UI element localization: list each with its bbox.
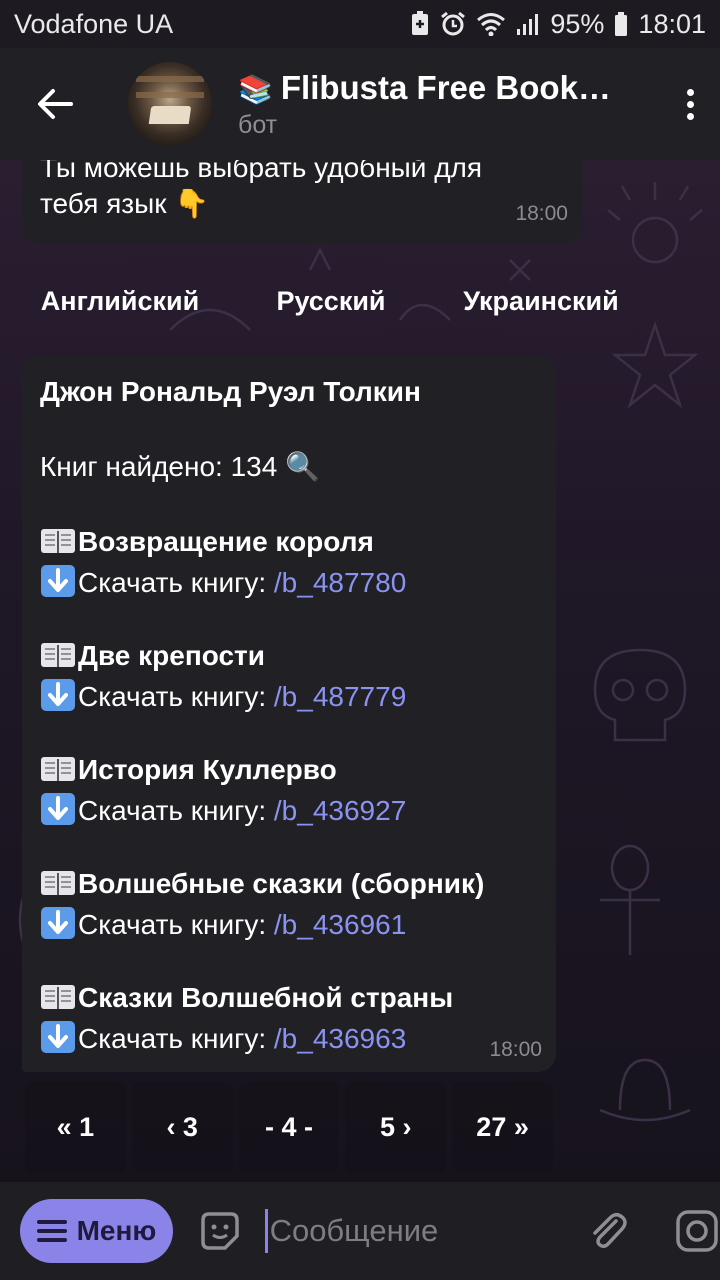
books-emoji: 📚 xyxy=(238,73,273,105)
book-icon xyxy=(40,868,78,899)
battery-percent: 95% xyxy=(550,8,605,39)
book-icon xyxy=(40,640,78,671)
chat-title-text: Flibusta Free Book… xyxy=(280,68,611,106)
back-arrow-icon xyxy=(38,89,73,119)
download-link[interactable]: /b_436963 xyxy=(274,1023,406,1054)
chat-title: 📚 Flibusta Free Book… xyxy=(238,69,660,107)
status-icons: 95% 18:01 xyxy=(410,9,706,40)
download-line: Скачать книгу: /b_436963 xyxy=(40,1020,406,1055)
ankh-doodle-icon xyxy=(600,844,660,955)
download-link[interactable]: /b_436961 xyxy=(274,909,406,940)
message-bubble[interactable]: Ты можешь выбрать удобный для тебя язык … xyxy=(22,160,582,244)
menu-label: Меню xyxy=(76,1215,157,1246)
paperclip-icon xyxy=(593,1213,627,1249)
book-title: Возвращение короля xyxy=(40,526,374,558)
kebab-dot-icon xyxy=(686,100,694,108)
message-time: 18:00 xyxy=(515,202,568,225)
download-link[interactable]: /b_487779 xyxy=(274,681,406,712)
book-icon xyxy=(40,526,78,557)
download-icon xyxy=(40,1021,78,1054)
clock: 18:01 xyxy=(638,8,706,39)
open-book-icon xyxy=(148,106,192,124)
book-title: Две крепости xyxy=(40,640,265,672)
download-line: Скачать книгу: /b_436927 xyxy=(40,792,406,827)
search-results-message[interactable]: Джон Рональд Руэл Толкин Книг найдено: 1… xyxy=(22,356,556,1072)
status-bar: Vodafone UA 95% 18:01 xyxy=(0,0,720,48)
language-button-russian[interactable]: Русский xyxy=(218,286,444,317)
alarm-icon xyxy=(440,11,466,37)
kebab-dot-icon xyxy=(686,112,694,120)
page-first-button[interactable]: « 1 xyxy=(25,1082,126,1172)
carrier-name: Vodafone UA xyxy=(14,8,174,39)
bot-avatar[interactable] xyxy=(128,62,212,146)
chat-subtitle: бот xyxy=(238,110,278,139)
download-label: Скачать книгу: xyxy=(78,1023,274,1054)
text-cursor xyxy=(264,1209,268,1253)
language-button-english[interactable]: Английский xyxy=(22,286,218,317)
author-name: Джон Рональд Руэл Толкин xyxy=(40,376,421,407)
attach-button[interactable] xyxy=(586,1206,630,1256)
book-title-text: Возвращение короля xyxy=(78,526,374,557)
download-icon xyxy=(40,565,78,598)
book-title-text: Сказки Волшебной страны xyxy=(78,982,454,1013)
book-title: Сказки Волшебной страны xyxy=(40,982,453,1014)
camera-icon xyxy=(676,1210,718,1252)
download-icon xyxy=(40,907,78,940)
kebab-dot-icon xyxy=(686,88,694,96)
bot-menu-button[interactable]: Меню xyxy=(20,1199,173,1263)
book-title: Волшебные сказки (сборник) xyxy=(40,868,484,900)
page-next-button[interactable]: 5 › xyxy=(345,1082,447,1172)
language-keyboard: Английский Русский Украинский xyxy=(22,268,638,334)
message-input-bar: Меню xyxy=(0,1182,720,1280)
download-label: Скачать книгу: xyxy=(78,795,274,826)
chat-header: 📚 Flibusta Free Book… бот xyxy=(0,48,720,160)
language-button-ukrainian[interactable]: Украинский xyxy=(444,286,638,317)
download-line: Скачать книгу: /b_436961 xyxy=(40,906,406,941)
book-title-text: История Куллерво xyxy=(78,754,337,785)
download-line: Скачать книгу: /b_487779 xyxy=(40,678,406,713)
message-text: Ты можешь выбрать удобный для тебя язык … xyxy=(40,160,482,222)
book-icon xyxy=(40,982,78,1013)
wifi-icon xyxy=(476,12,506,36)
book-title-text: Волшебные сказки (сборник) xyxy=(78,868,485,899)
download-label: Скачать книгу: xyxy=(78,567,274,598)
download-label: Скачать книгу: xyxy=(78,681,274,712)
download-label: Скачать книгу: xyxy=(78,909,274,940)
book-title: История Куллерво xyxy=(40,754,337,786)
hamburger-icon xyxy=(36,1220,67,1242)
hat-doodle-icon xyxy=(599,1058,691,1122)
battery-icon xyxy=(614,11,628,37)
download-link[interactable]: /b_436927 xyxy=(274,795,406,826)
message-time: 18:00 xyxy=(489,1038,542,1061)
message-text-line: Ты можешь выбрать удобный для xyxy=(40,160,483,183)
emoji-sticker-button[interactable] xyxy=(197,1206,243,1256)
download-line: Скачать книгу: /b_487780 xyxy=(40,564,406,599)
battery-saver-icon xyxy=(410,11,430,37)
book-icon xyxy=(40,754,78,785)
more-options-button[interactable] xyxy=(660,48,720,160)
chat-area[interactable]: Ты можешь выбрать удобный для тебя язык … xyxy=(0,160,720,1182)
page-prev-button[interactable]: ‹ 3 xyxy=(131,1082,233,1172)
download-link[interactable]: /b_487780 xyxy=(274,567,406,598)
download-icon xyxy=(40,793,78,826)
pagination-keyboard: « 1 ‹ 3 - 4 - 5 › 27 » xyxy=(22,1082,556,1172)
sticker-icon xyxy=(201,1212,239,1250)
sun-doodle-icon xyxy=(607,182,703,264)
camera-button[interactable] xyxy=(674,1206,720,1256)
message-input[interactable] xyxy=(269,1201,530,1261)
back-button[interactable] xyxy=(0,48,110,160)
chat-title-area[interactable]: 📚 Flibusta Free Book… бот xyxy=(238,69,660,140)
page-current-button[interactable]: - 4 - xyxy=(238,1082,340,1172)
signal-icon xyxy=(516,12,540,36)
skull-doodle-icon xyxy=(593,648,687,742)
message-text-line: тебя язык 👇 xyxy=(40,188,210,219)
books-found-count: Книг найдено: 134 🔍 xyxy=(40,451,320,482)
download-icon xyxy=(40,679,78,712)
page-last-button[interactable]: 27 » xyxy=(452,1082,553,1172)
book-title-text: Две крепости xyxy=(78,640,265,671)
